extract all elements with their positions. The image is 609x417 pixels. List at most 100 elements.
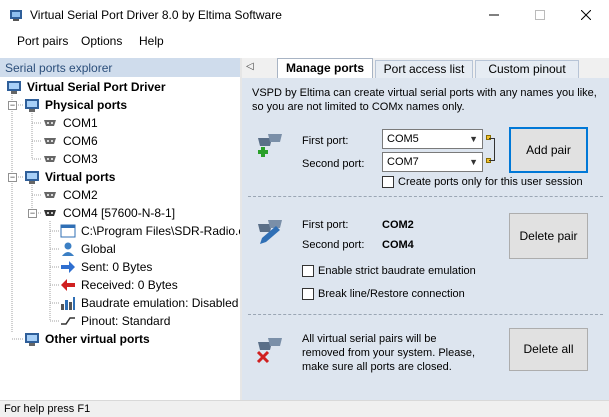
menu-port-pairs[interactable]: Port pairs bbox=[17, 34, 68, 48]
detail-label: Pinout: Standard bbox=[81, 314, 171, 328]
detail-label: Sent: 0 Bytes bbox=[81, 260, 153, 274]
pair-link-bracket bbox=[489, 138, 495, 161]
tree-detail-path[interactable]: C:\Program Files\SDR-Radio.c bbox=[60, 222, 240, 240]
break-line-checkbox[interactable]: Break line/Restore connection bbox=[302, 288, 465, 300]
user-session-label: Create ports only for this user session bbox=[398, 176, 583, 188]
serial-port-icon bbox=[44, 138, 56, 144]
checkbox-box bbox=[382, 176, 394, 188]
chevron-down-icon: ▼ bbox=[469, 157, 478, 167]
detail-label: C:\Program Files\SDR-Radio.c bbox=[81, 224, 240, 238]
serial-port-icon bbox=[44, 120, 56, 126]
collapse-left-icon[interactable]: ◁ bbox=[246, 61, 254, 72]
close-icon bbox=[581, 10, 591, 20]
collapse-icon[interactable]: − bbox=[28, 209, 37, 218]
tree-root-label: Virtual Serial Port Driver bbox=[27, 80, 166, 94]
user-icon bbox=[62, 242, 74, 256]
tree-port-com3[interactable]: COM3 bbox=[42, 150, 98, 168]
port-label: COM1 bbox=[63, 116, 98, 130]
delete-all-text: All virtual serial pairs will be removed… bbox=[302, 333, 476, 373]
status-bar: For help press F1 bbox=[0, 400, 609, 417]
checkbox-box bbox=[302, 265, 314, 277]
section-divider bbox=[248, 196, 603, 197]
tree-detail-global[interactable]: Global bbox=[60, 240, 116, 258]
tab-strip: ◁ Manage ports Port access list Custom p… bbox=[242, 58, 609, 78]
status-text: For help press F1 bbox=[4, 403, 91, 415]
delete-all-icon bbox=[256, 338, 282, 364]
serial-port-open-icon bbox=[44, 210, 56, 216]
second-port-value: COM7 bbox=[387, 156, 419, 168]
port-label: COM3 bbox=[63, 152, 98, 166]
app-icon bbox=[10, 10, 22, 21]
tab-custom-pinout[interactable]: Custom pinout bbox=[475, 60, 579, 78]
sidebar-header-label: Serial ports explorer bbox=[5, 61, 113, 75]
tree-port-com6[interactable]: COM6 bbox=[42, 132, 98, 150]
add-pair-button[interactable]: Add pair bbox=[509, 127, 588, 173]
detail-label: Received: 0 Bytes bbox=[81, 278, 178, 292]
strict-baudrate-label: Enable strict baudrate emulation bbox=[318, 265, 476, 277]
tree-detail-sent[interactable]: Sent: 0 Bytes bbox=[60, 258, 152, 276]
menu-help[interactable]: Help bbox=[139, 34, 164, 48]
close-button[interactable] bbox=[563, 0, 609, 30]
tree-port-com1[interactable]: COM1 bbox=[42, 114, 98, 132]
tree-root[interactable]: Virtual Serial Port Driver bbox=[6, 78, 166, 96]
title-bar: Virtual Serial Port Driver 8.0 by Eltima… bbox=[0, 0, 609, 30]
tree-virtual-ports[interactable]: Virtual ports bbox=[24, 168, 115, 186]
arrow-right-icon bbox=[61, 261, 75, 273]
maximize-icon bbox=[535, 10, 545, 20]
port-label: COM6 bbox=[63, 134, 98, 148]
computer-icon bbox=[25, 171, 39, 184]
menu-options[interactable]: Options bbox=[81, 34, 122, 48]
break-line-label: Break line/Restore connection bbox=[318, 288, 465, 300]
collapse-icon[interactable]: − bbox=[8, 173, 17, 182]
minimize-button[interactable] bbox=[471, 0, 517, 30]
tree-detail-pinout[interactable]: Pinout: Standard bbox=[60, 312, 170, 330]
menu-bar: Port pairs Options Help bbox=[0, 30, 609, 52]
tree-other-virtual-ports[interactable]: Other virtual ports bbox=[24, 330, 150, 348]
port-label: COM2 bbox=[63, 188, 98, 202]
virtual-ports-label: Virtual ports bbox=[45, 170, 116, 184]
detail-label: Global bbox=[81, 242, 116, 256]
sidebar-header: Serial ports explorer bbox=[0, 58, 240, 77]
tab-manage-ports[interactable]: Manage ports bbox=[277, 58, 373, 78]
pinout-icon bbox=[61, 317, 75, 325]
first-port-value: COM5 bbox=[387, 133, 419, 145]
section-divider bbox=[248, 314, 603, 315]
port-label: COM4 [57600-N-8-1] bbox=[63, 206, 176, 220]
second-port-value: COM4 bbox=[382, 239, 414, 251]
description-text: VSPD by Eltima can create virtual serial… bbox=[252, 87, 597, 113]
manage-ports-panel: VSPD by Eltima can create virtual serial… bbox=[242, 78, 609, 400]
window-title: Virtual Serial Port Driver 8.0 by Eltima… bbox=[30, 8, 282, 22]
arrow-left-icon bbox=[61, 279, 75, 291]
checkbox-box bbox=[302, 288, 314, 300]
first-port-label: First port: bbox=[302, 135, 349, 147]
bar-chart-icon bbox=[61, 297, 75, 310]
tree-port-com4[interactable]: COM4 [57600-N-8-1] bbox=[42, 204, 175, 222]
detail-label: Baudrate emulation: Disabled bbox=[81, 296, 239, 310]
serial-port-icon bbox=[44, 156, 56, 162]
second-port-label: Second port: bbox=[302, 239, 365, 251]
tab-port-access-list[interactable]: Port access list bbox=[375, 60, 473, 78]
delete-pair-button[interactable]: Delete pair bbox=[509, 213, 588, 259]
second-port-select[interactable]: COM7 ▼ bbox=[382, 152, 483, 172]
delete-all-button[interactable]: Delete all bbox=[509, 328, 588, 371]
computer-icon bbox=[25, 333, 39, 346]
other-ports-label: Other virtual ports bbox=[45, 332, 150, 346]
computer-icon bbox=[25, 99, 39, 112]
edit-pair-icon bbox=[258, 220, 282, 244]
strict-baudrate-checkbox[interactable]: Enable strict baudrate emulation bbox=[302, 265, 476, 277]
computer-icon bbox=[7, 81, 21, 94]
minimize-icon bbox=[489, 14, 499, 16]
tree-detail-baudrate[interactable]: Baudrate emulation: Disabled bbox=[60, 294, 238, 312]
collapse-icon[interactable]: − bbox=[8, 101, 17, 110]
add-pair-icon bbox=[258, 134, 282, 157]
first-port-select[interactable]: COM5 ▼ bbox=[382, 129, 483, 149]
maximize-button[interactable] bbox=[517, 0, 563, 30]
tree-port-com2[interactable]: COM2 bbox=[42, 186, 98, 204]
application-icon bbox=[60, 224, 76, 238]
tree-physical-ports[interactable]: Physical ports bbox=[24, 96, 127, 114]
tree-detail-received[interactable]: Received: 0 Bytes bbox=[60, 276, 178, 294]
user-session-checkbox[interactable]: Create ports only for this user session bbox=[382, 176, 583, 188]
chevron-down-icon: ▼ bbox=[469, 134, 478, 144]
ports-tree[interactable]: Virtual Serial Port Driver − Physical po… bbox=[0, 77, 240, 400]
second-port-label: Second port: bbox=[302, 158, 365, 170]
